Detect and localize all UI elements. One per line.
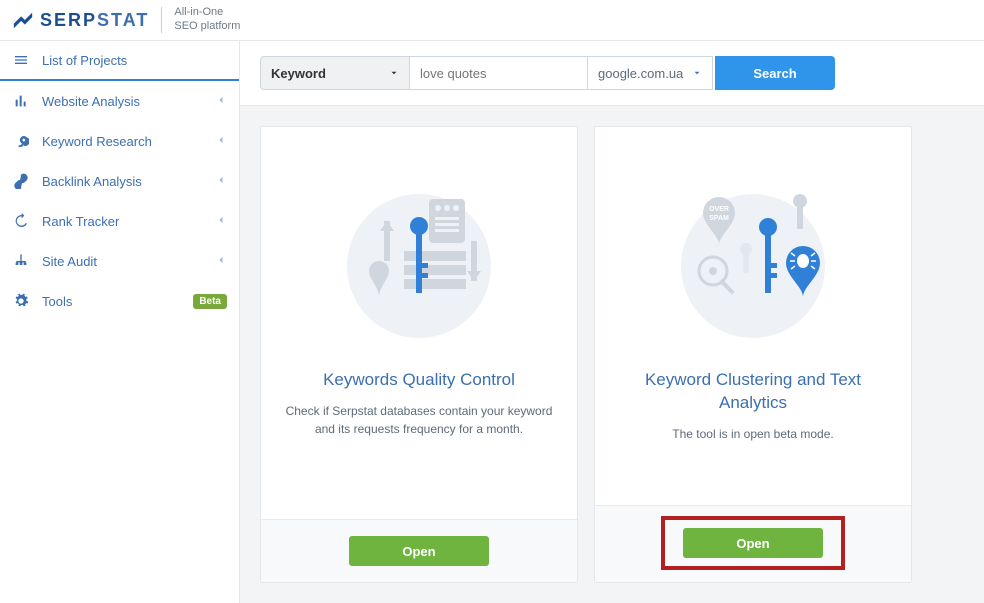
chevron-down-icon: [692, 66, 702, 81]
highlighted-open-region: Open: [661, 516, 845, 570]
clustering-illustration: OVER SPAM: [668, 171, 838, 341]
beta-badge: Beta: [193, 294, 227, 309]
brand-mark-icon: [12, 9, 34, 31]
chevron-left-icon: [215, 134, 227, 149]
sidebar-item-website-analysis[interactable]: Website Analysis: [0, 81, 239, 121]
chevron-left-icon: [215, 94, 227, 109]
chevron-down-icon: [389, 66, 399, 81]
search-type-label: Keyword: [271, 66, 326, 81]
brand-wordmark: SERPSTAT: [40, 10, 149, 31]
sitemap-icon: [12, 252, 30, 270]
sidebar: List of Projects Website Analysis Keywor…: [0, 41, 240, 603]
link-icon: [12, 172, 30, 190]
card-footer: Open: [261, 519, 577, 582]
sidebar-item-label: Rank Tracker: [42, 214, 215, 229]
brand-word-b: STAT: [97, 10, 149, 30]
card-body: Keywords Quality Control Check if Serpst…: [261, 127, 577, 519]
brand-logo[interactable]: SERPSTAT: [12, 9, 149, 31]
analysis-icon: [12, 92, 30, 110]
chevron-left-icon: [215, 254, 227, 269]
key-icon: [12, 132, 30, 150]
sidebar-item-label: Keyword Research: [42, 134, 215, 149]
sidebar-item-tools[interactable]: Tools Beta: [0, 281, 239, 321]
card-description: The tool is in open beta mode.: [672, 425, 833, 443]
sidebar-item-projects[interactable]: List of Projects: [0, 41, 239, 81]
search-button-label: Search: [753, 66, 796, 81]
sidebar-item-label: Backlink Analysis: [42, 174, 215, 189]
sidebar-item-site-audit[interactable]: Site Audit: [0, 241, 239, 281]
card-footer: Open: [595, 505, 911, 582]
main-content: Keyword google.com.ua Search: [240, 41, 984, 603]
search-input[interactable]: [420, 66, 577, 81]
menu-icon: [12, 51, 30, 69]
sidebar-item-rank-tracker[interactable]: Rank Tracker: [0, 201, 239, 241]
gear-icon: [12, 292, 30, 310]
tagline-line-2: SEO platform: [174, 20, 240, 34]
card-body: OVER SPAM: [595, 127, 911, 505]
svg-text:SPAM: SPAM: [709, 215, 729, 222]
open-button[interactable]: Open: [349, 536, 489, 566]
card-title: Keywords Quality Control: [323, 369, 515, 392]
search-domain-label: google.com.ua: [598, 66, 683, 81]
open-button[interactable]: Open: [683, 528, 823, 558]
brand-divider: [161, 7, 162, 33]
card-clustering-analytics: OVER SPAM: [594, 126, 912, 583]
chevron-left-icon: [215, 174, 227, 189]
tagline-line-1: All-in-One: [174, 6, 240, 20]
search-button[interactable]: Search: [715, 56, 835, 90]
sidebar-item-label: Website Analysis: [42, 94, 215, 109]
search-type-select[interactable]: Keyword: [260, 56, 410, 90]
sidebar-item-label: Tools: [42, 294, 193, 309]
history-icon: [12, 212, 30, 230]
chevron-left-icon: [215, 214, 227, 229]
tool-cards: Keywords Quality Control Check if Serpst…: [240, 106, 984, 603]
sidebar-item-label: List of Projects: [42, 53, 227, 68]
sidebar-item-keyword-research[interactable]: Keyword Research: [0, 121, 239, 161]
sidebar-item-label: Site Audit: [42, 254, 215, 269]
card-quality-control: Keywords Quality Control Check if Serpst…: [260, 126, 578, 583]
search-domain-select[interactable]: google.com.ua: [588, 56, 713, 90]
quality-control-illustration: [334, 171, 504, 341]
card-description: Check if Serpstat databases contain your…: [279, 402, 559, 438]
open-button-label: Open: [736, 536, 769, 551]
search-bar-container: Keyword google.com.ua Search: [240, 41, 984, 106]
app-header: SERPSTAT All-in-One SEO platform: [0, 0, 984, 41]
sidebar-item-backlink-analysis[interactable]: Backlink Analysis: [0, 161, 239, 201]
search-bar: Keyword google.com.ua Search: [260, 56, 835, 90]
card-title: Keyword Clustering and Text Analytics: [613, 369, 893, 415]
svg-text:OVER: OVER: [709, 206, 729, 213]
brand-word-a: SERP: [40, 10, 97, 30]
brand-tagline: All-in-One SEO platform: [174, 6, 240, 34]
search-input-wrap: [410, 56, 588, 90]
open-button-label: Open: [402, 544, 435, 559]
